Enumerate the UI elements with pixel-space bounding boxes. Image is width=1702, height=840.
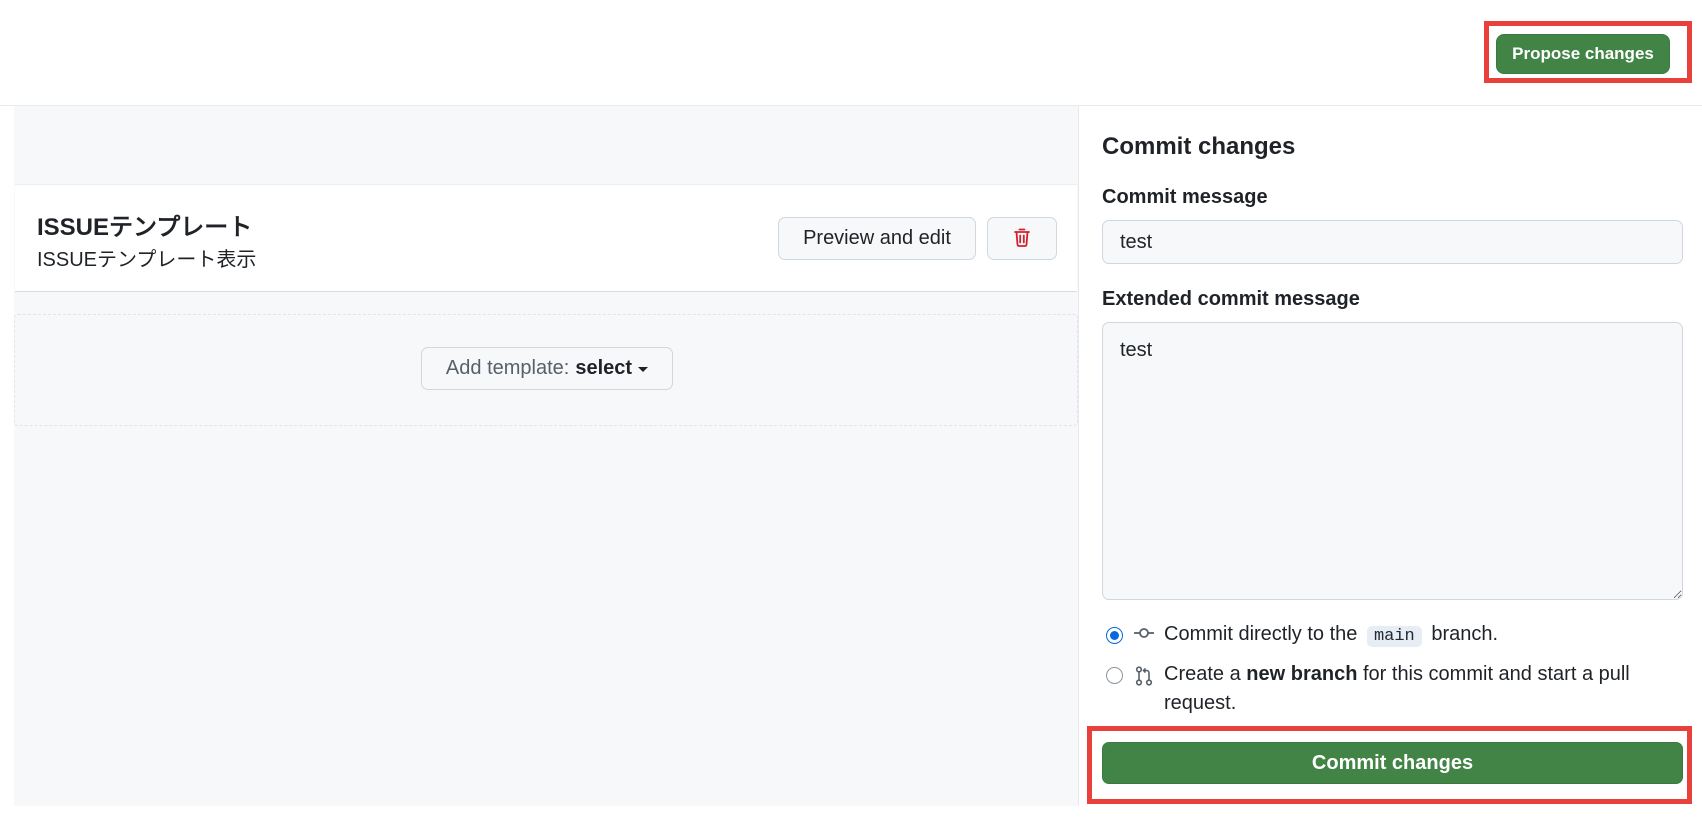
git-pull-request-icon bbox=[1133, 666, 1155, 686]
new-branch-text: Create a new branch for this commit and … bbox=[1164, 660, 1686, 718]
git-commit-icon bbox=[1133, 626, 1155, 640]
caret-down-icon bbox=[638, 367, 649, 372]
page-header: Propose changes bbox=[0, 0, 1702, 106]
commit-panel-title: Commit changes bbox=[1102, 133, 1296, 160]
commit-direct-suffix: branch. bbox=[1431, 623, 1499, 645]
add-template-select[interactable]: Add template: select bbox=[421, 347, 673, 390]
new-branch-option[interactable]: Create a new branch for this commit and … bbox=[1106, 663, 1686, 718]
commit-direct-radio[interactable] bbox=[1106, 627, 1123, 644]
preview-and-edit-button[interactable]: Preview and edit bbox=[778, 217, 976, 260]
new-branch-radio[interactable] bbox=[1106, 667, 1123, 684]
extended-commit-message-textarea[interactable]: test bbox=[1102, 322, 1683, 600]
extended-commit-message-label: Extended commit message bbox=[1102, 288, 1360, 310]
propose-changes-button[interactable]: Propose changes bbox=[1496, 34, 1670, 74]
template-title: ISSUEテンプレート bbox=[37, 214, 253, 241]
delete-template-button[interactable] bbox=[987, 217, 1057, 260]
commit-message-label: Commit message bbox=[1102, 186, 1268, 208]
new-branch-prefix: Create a bbox=[1164, 663, 1241, 685]
commit-direct-text: Commit directly to the main branch. bbox=[1164, 620, 1498, 651]
template-description: ISSUEテンプレート表示 bbox=[37, 249, 257, 271]
commit-message-input[interactable] bbox=[1102, 220, 1683, 264]
add-template-value: select bbox=[575, 357, 633, 379]
commit-changes-button[interactable]: Commit changes bbox=[1102, 742, 1683, 784]
add-template-label: Add template: bbox=[445, 357, 570, 379]
add-template-zone: Add template: select bbox=[14, 314, 1078, 426]
commit-direct-prefix: Commit directly to the bbox=[1164, 623, 1358, 645]
new-branch-bold: new branch bbox=[1246, 663, 1358, 685]
template-editor-pane: ISSUEテンプレート ISSUEテンプレート表示 Preview and ed… bbox=[14, 106, 1078, 806]
commit-direct-option[interactable]: Commit directly to the main branch. bbox=[1106, 623, 1498, 651]
branch-name-pill: main bbox=[1366, 626, 1422, 647]
template-card: ISSUEテンプレート ISSUEテンプレート表示 Preview and ed… bbox=[15, 184, 1077, 292]
trash-icon bbox=[1013, 227, 1031, 250]
commit-panel: Commit changes Commit message Extended c… bbox=[1078, 106, 1702, 806]
